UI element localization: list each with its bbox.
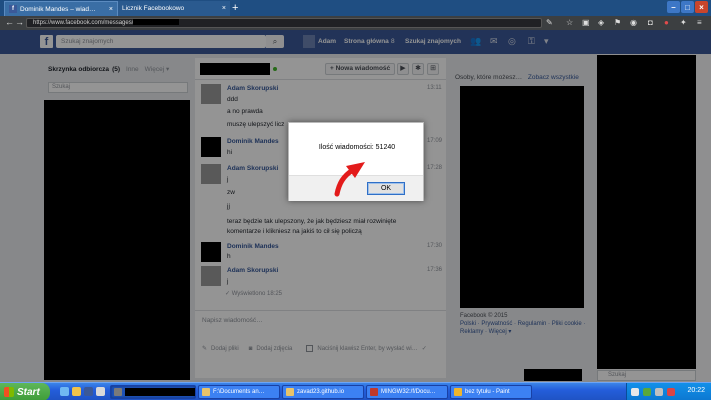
volume-icon[interactable] bbox=[655, 388, 663, 396]
app-icon bbox=[114, 388, 122, 396]
maximize-button[interactable]: □ bbox=[681, 1, 694, 13]
folder-icon[interactable] bbox=[72, 387, 81, 396]
facebook-page: f Szukaj znajomych ⌕ Adam Strona główna … bbox=[0, 30, 711, 382]
task-label: zavad23.github.io bbox=[297, 389, 345, 395]
taskbar-item[interactable]: bez tytułu - Paint bbox=[450, 385, 532, 399]
folder-icon bbox=[202, 388, 210, 396]
settings-icon[interactable]: ✦ bbox=[680, 18, 687, 27]
tab-label: Licznik Facebookowo bbox=[122, 5, 185, 12]
tab-messages[interactable]: f Dominik Mandes – wiad… × bbox=[4, 1, 118, 16]
network-icon[interactable] bbox=[631, 388, 639, 396]
adblock-icon[interactable]: ● bbox=[664, 18, 669, 27]
redacted-block bbox=[125, 388, 195, 396]
paint-icon bbox=[454, 388, 462, 396]
close-tab-icon[interactable]: × bbox=[219, 5, 226, 12]
folder-icon bbox=[286, 388, 294, 396]
browser-tab-bar: f Dominik Mandes – wiad… × Licznik Faceb… bbox=[0, 0, 711, 16]
taskbar-item[interactable]: MINGW32:/f/Docu… bbox=[366, 385, 448, 399]
task-label: F:\Documents an… bbox=[213, 389, 265, 395]
desktop-icon[interactable] bbox=[96, 387, 105, 396]
start-label: Start bbox=[17, 386, 40, 398]
bookmark-star-icon[interactable]: ☆ bbox=[566, 18, 573, 27]
taskbar-item[interactable]: zavad23.github.io bbox=[282, 385, 364, 399]
shield-icon[interactable]: ◈ bbox=[598, 18, 604, 27]
taskbar-item[interactable] bbox=[110, 385, 196, 399]
modal-overlay bbox=[0, 30, 711, 382]
browser-toolbar: ← → https://www.facebook.com/messages/ ✎… bbox=[0, 16, 711, 30]
flag-icon[interactable]: ⚑ bbox=[614, 18, 621, 27]
windows-taskbar: Start F:\Documents an… zavad23.github.io… bbox=[0, 382, 711, 400]
start-button[interactable]: Start bbox=[0, 383, 50, 400]
red-arrow-annotation bbox=[334, 162, 365, 197]
antivirus-icon[interactable] bbox=[643, 388, 651, 396]
menu-icon[interactable]: ≡ bbox=[697, 18, 702, 27]
close-tab-icon[interactable]: × bbox=[106, 6, 113, 13]
tray-app-icon[interactable] bbox=[667, 388, 675, 396]
address-bar[interactable]: https://www.facebook.com/messages/ bbox=[26, 18, 542, 28]
new-tab-button[interactable]: + bbox=[232, 2, 238, 14]
tab-counter[interactable]: Licznik Facebookowo × bbox=[118, 1, 230, 16]
quicklaunch-icon[interactable] bbox=[84, 387, 93, 396]
task-label: MINGW32:/f/Docu… bbox=[381, 389, 436, 395]
extension-icon[interactable]: ▣ bbox=[582, 18, 590, 27]
notification-icon[interactable]: ◉ bbox=[630, 18, 637, 27]
camera-icon[interactable]: ◘ bbox=[648, 18, 653, 27]
taskbar-item[interactable]: F:\Documents an… bbox=[198, 385, 280, 399]
tab-label: Dominik Mandes – wiad… bbox=[20, 5, 96, 13]
forward-icon[interactable]: → bbox=[15, 17, 24, 27]
ie-icon[interactable] bbox=[60, 387, 69, 396]
system-tray: 20:22 bbox=[626, 383, 711, 400]
terminal-icon bbox=[370, 388, 378, 396]
close-window-button[interactable]: × bbox=[695, 1, 708, 13]
minimize-button[interactable]: – bbox=[667, 1, 680, 13]
url-text: https://www.facebook.com/messages/ bbox=[33, 20, 134, 26]
redacted-block bbox=[133, 19, 180, 26]
clock[interactable]: 20:22 bbox=[687, 387, 705, 394]
windows-logo-icon bbox=[4, 387, 14, 397]
wrench-icon[interactable]: ✎ bbox=[546, 18, 553, 27]
back-icon[interactable]: ← bbox=[5, 17, 14, 27]
task-label: bez tytułu - Paint bbox=[465, 389, 510, 395]
facebook-favicon-icon: f bbox=[9, 5, 17, 13]
